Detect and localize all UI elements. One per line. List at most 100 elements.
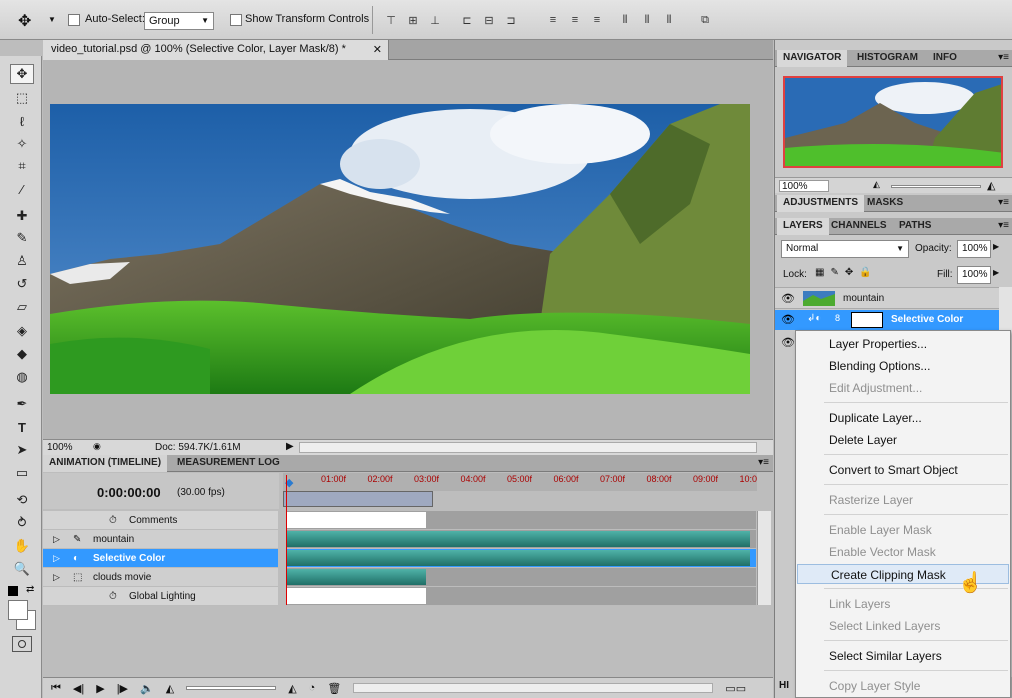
path-selection-tool-icon[interactable]: ➤	[10, 440, 34, 460]
timeline-scrollbar[interactable]	[353, 683, 714, 693]
layer-mask-thumbnail[interactable]	[851, 312, 883, 328]
align-vcenter-icon[interactable]: ⊞	[404, 12, 422, 28]
next-frame-icon[interactable]: |▶	[117, 682, 128, 695]
hand-tool-icon[interactable]: ✋	[10, 536, 34, 556]
tab-layers[interactable]: LAYERS	[777, 218, 829, 235]
zoom-field[interactable]: 100%	[47, 442, 73, 453]
canvas-image[interactable]	[50, 104, 750, 394]
tab-paths[interactable]: PATHS	[893, 218, 937, 235]
menu-item[interactable]: Duplicate Layer...	[796, 408, 1010, 428]
lasso-tool-icon[interactable]: ℓ	[10, 111, 34, 131]
align-top-icon[interactable]: ⊤	[382, 12, 400, 28]
tab-adjustments[interactable]: ADJUSTMENTS	[777, 195, 865, 212]
history-brush-tool-icon[interactable]: ↺	[10, 274, 34, 294]
align-right-icon[interactable]: ⊐	[502, 12, 520, 28]
menu-item[interactable]: Delete Layer	[796, 430, 1010, 450]
magic-wand-tool-icon[interactable]: ✧	[10, 134, 34, 154]
menu-item[interactable]: Select Similar Layers	[796, 646, 1010, 666]
auto-align-icon[interactable]: ⧉	[696, 12, 714, 28]
zoom-in-icon[interactable]: ◭	[987, 179, 995, 192]
healing-brush-tool-icon[interactable]: ✚	[10, 206, 34, 226]
panel-menu-icon[interactable]: ▾≡	[998, 220, 1009, 231]
menu-item[interactable]: Convert to Smart Object	[796, 460, 1010, 480]
swap-colors-icon[interactable]: ⇄	[26, 584, 34, 595]
brush-tool-icon[interactable]: ✎	[10, 228, 34, 248]
expand-triangle-icon[interactable]: ▷	[53, 553, 67, 564]
distribute-vcenter-icon[interactable]: ≡	[566, 12, 584, 28]
layer-row-mountain[interactable]: 👁 mountain	[775, 287, 999, 309]
delete-icon[interactable]: 🗑	[327, 682, 341, 695]
3d-rotate-tool-icon[interactable]: ⟲	[10, 490, 34, 510]
previous-frame-icon[interactable]: ◀|	[73, 682, 84, 695]
auto-select-dropdown[interactable]: Group ▼	[144, 12, 214, 30]
chevron-right-icon[interactable]: ▶	[993, 268, 999, 277]
eyedropper-tool-icon[interactable]: ⁄	[10, 179, 34, 199]
zoom-out-icon[interactable]: ◭	[166, 682, 174, 695]
close-icon[interactable]: ✕	[373, 43, 382, 56]
timeline-track[interactable]	[286, 530, 756, 549]
blur-tool-icon[interactable]: ◆	[10, 344, 34, 364]
layer-duration-bar[interactable]	[286, 588, 426, 604]
panel-menu-icon[interactable]: ▾≡	[998, 52, 1009, 63]
marquee-tool-icon[interactable]: ⬚	[10, 88, 34, 108]
move-tool-icon[interactable]: ✥	[18, 11, 31, 31]
zoom-out-icon[interactable]: ◭	[873, 179, 880, 190]
tab-animation-timeline[interactable]: ANIMATION (TIMELINE)	[43, 455, 168, 472]
tab-masks[interactable]: MASKS	[861, 195, 909, 212]
panel-menu-icon[interactable]: ▾≡	[998, 197, 1009, 208]
convert-to-frames-icon[interactable]: ▭▭	[725, 682, 746, 695]
blend-mode-dropdown[interactable]: Normal ▼	[781, 240, 909, 258]
type-tool-icon[interactable]: T	[10, 417, 34, 437]
horizontal-scrollbar[interactable]	[299, 442, 757, 453]
foreground-color-swatch[interactable]	[8, 600, 28, 620]
move-tool-icon[interactable]: ✥	[10, 64, 34, 84]
fill-field[interactable]: 100%	[957, 266, 991, 284]
layer-duration-bar[interactable]	[286, 569, 426, 585]
distribute-hcenter-icon[interactable]: ⦀	[638, 12, 656, 28]
align-left-icon[interactable]: ⊏	[458, 12, 476, 28]
align-hcenter-icon[interactable]: ⊟	[480, 12, 498, 28]
paint-bucket-tool-icon[interactable]: ◈	[10, 321, 34, 341]
timeline-track[interactable]	[286, 549, 756, 568]
status-icon[interactable]: ◉	[93, 441, 101, 452]
distribute-right-icon[interactable]: ⦀	[660, 12, 678, 28]
navigator-zoom-slider[interactable]	[891, 185, 981, 188]
tab-measurement-log[interactable]: MEASUREMENT LOG	[171, 455, 286, 472]
timeline-track[interactable]	[286, 511, 756, 530]
lock-icons[interactable]: ▦✎✥🔒	[815, 267, 878, 278]
distribute-bottom-icon[interactable]: ≡	[588, 12, 606, 28]
default-colors-icon[interactable]	[8, 586, 18, 596]
3d-orbit-tool-icon[interactable]: ⥁	[10, 513, 34, 533]
layer-row-selective-color[interactable]: 👁 ↲◐ 8 Selective Color	[775, 310, 999, 330]
chevron-down-icon[interactable]: ▼	[48, 15, 56, 24]
timeline-ruler[interactable]: ◆ 01:00f 02:00f 03:00f 04:00f 05:00f 06:00f 07…	[283, 473, 757, 491]
eye-icon[interactable]: 👁	[781, 336, 795, 349]
navigator-thumbnail[interactable]	[783, 76, 1003, 168]
clone-stamp-tool-icon[interactable]: ♙	[10, 251, 34, 271]
dodge-tool-icon[interactable]: ◍	[10, 367, 34, 387]
timeline-row[interactable]: ⏱ Global Lighting	[43, 587, 278, 606]
menu-item[interactable]: Blending Options...	[796, 356, 1010, 376]
first-frame-icon[interactable]: ⏮	[51, 682, 61, 695]
panel-menu-icon[interactable]: ▾≡	[758, 457, 769, 468]
auto-select-checkbox[interactable]	[68, 14, 80, 26]
timeline-row[interactable]: ▷ ⬚ clouds movie	[43, 568, 278, 587]
tab-histogram[interactable]: HISTOGRAM	[851, 50, 924, 67]
timeline-row[interactable]: ▷ ◐ Selective Color	[43, 549, 278, 568]
chevron-right-icon[interactable]: ▶	[993, 242, 999, 251]
timecode[interactable]: 0:00:00:00	[97, 485, 161, 500]
distribute-left-icon[interactable]: ⦀	[616, 12, 634, 28]
tab-channels[interactable]: CHANNELS	[825, 218, 893, 235]
eraser-tool-icon[interactable]: ▱	[10, 297, 34, 317]
expand-triangle-icon[interactable]: ▷	[53, 534, 67, 545]
expand-triangle-icon[interactable]: ▷	[53, 572, 67, 583]
layer-duration-bar[interactable]	[286, 512, 426, 528]
pen-tool-icon[interactable]: ✒	[10, 394, 34, 414]
show-transform-checkbox[interactable]	[230, 14, 242, 26]
tab-info[interactable]: INFO	[927, 50, 963, 67]
navigator-zoom-field[interactable]: 100%	[779, 180, 829, 192]
align-bottom-icon[interactable]: ⊥	[426, 12, 444, 28]
onion-skin-icon[interactable]: ◔	[309, 682, 316, 694]
layer-duration-bar[interactable]	[286, 550, 750, 566]
eye-icon[interactable]: 👁	[781, 292, 795, 305]
